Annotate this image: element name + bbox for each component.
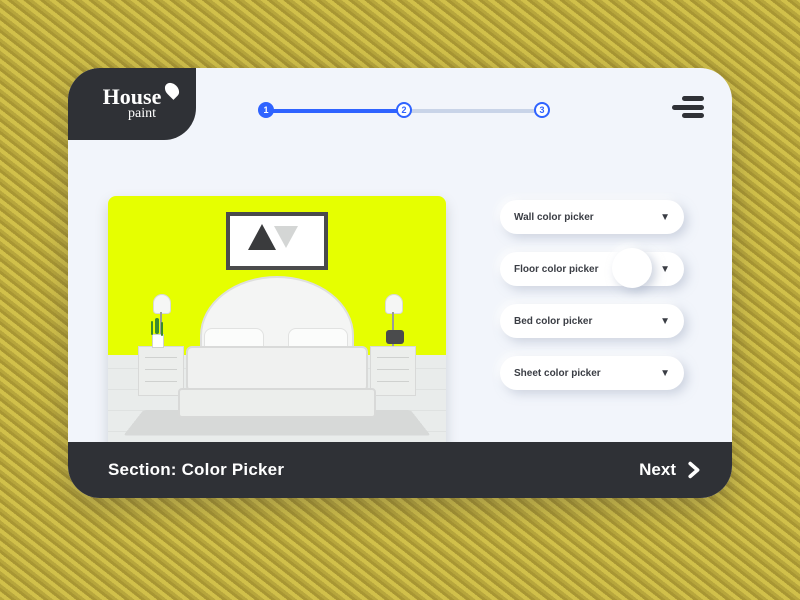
- chevron-down-icon: ▼: [660, 316, 670, 327]
- floor-color-picker[interactable]: Floor color picker ▼: [500, 252, 684, 286]
- chevron-down-icon: ▼: [660, 264, 670, 275]
- paint-drop-icon: [162, 80, 182, 100]
- footboard: [178, 388, 376, 418]
- step-1[interactable]: 1: [258, 102, 274, 118]
- main-card: House paint 1 2 3: [68, 68, 732, 498]
- nightstand-left: [138, 346, 184, 396]
- picker-label: Wall color picker: [514, 212, 594, 223]
- wall-art: [226, 212, 328, 270]
- clock-icon: [386, 330, 404, 344]
- next-label: Next: [639, 460, 676, 480]
- nightstand-right: [370, 346, 416, 396]
- chevron-down-icon: ▼: [660, 212, 670, 223]
- chevron-down-icon: ▼: [660, 368, 670, 379]
- picker-label: Sheet color picker: [514, 368, 601, 379]
- card-footer: Section: Color Picker Next: [68, 442, 732, 498]
- color-picker-list: Wall color picker ▼ Floor color picker ▼…: [500, 200, 684, 390]
- stepper-track-todo: [406, 109, 544, 113]
- app-background: House paint 1 2 3: [0, 0, 800, 600]
- brand-line1: House: [103, 86, 162, 108]
- next-button[interactable]: Next: [639, 459, 704, 481]
- progress-stepper: 1 2 3: [258, 100, 548, 120]
- picker-label: Floor color picker: [514, 264, 598, 275]
- sheet-color-picker[interactable]: Sheet color picker ▼: [500, 356, 684, 390]
- step-2[interactable]: 2: [396, 102, 412, 118]
- brand-logo: House paint: [68, 68, 196, 140]
- brand-line2: paint: [128, 106, 156, 122]
- bed-color-picker[interactable]: Bed color picker ▼: [500, 304, 684, 338]
- stepper-track-done: [262, 109, 406, 113]
- mattress: [186, 346, 368, 392]
- wall-color-picker[interactable]: Wall color picker ▼: [500, 200, 684, 234]
- room-preview: [108, 196, 446, 452]
- section-title: Section: Color Picker: [108, 460, 284, 480]
- picker-label: Bed color picker: [514, 316, 592, 327]
- floor-swatch[interactable]: [612, 248, 652, 288]
- chevron-right-icon: [682, 459, 704, 481]
- plant-icon: [152, 320, 162, 346]
- menu-icon[interactable]: [672, 96, 704, 118]
- step-3[interactable]: 3: [534, 102, 550, 118]
